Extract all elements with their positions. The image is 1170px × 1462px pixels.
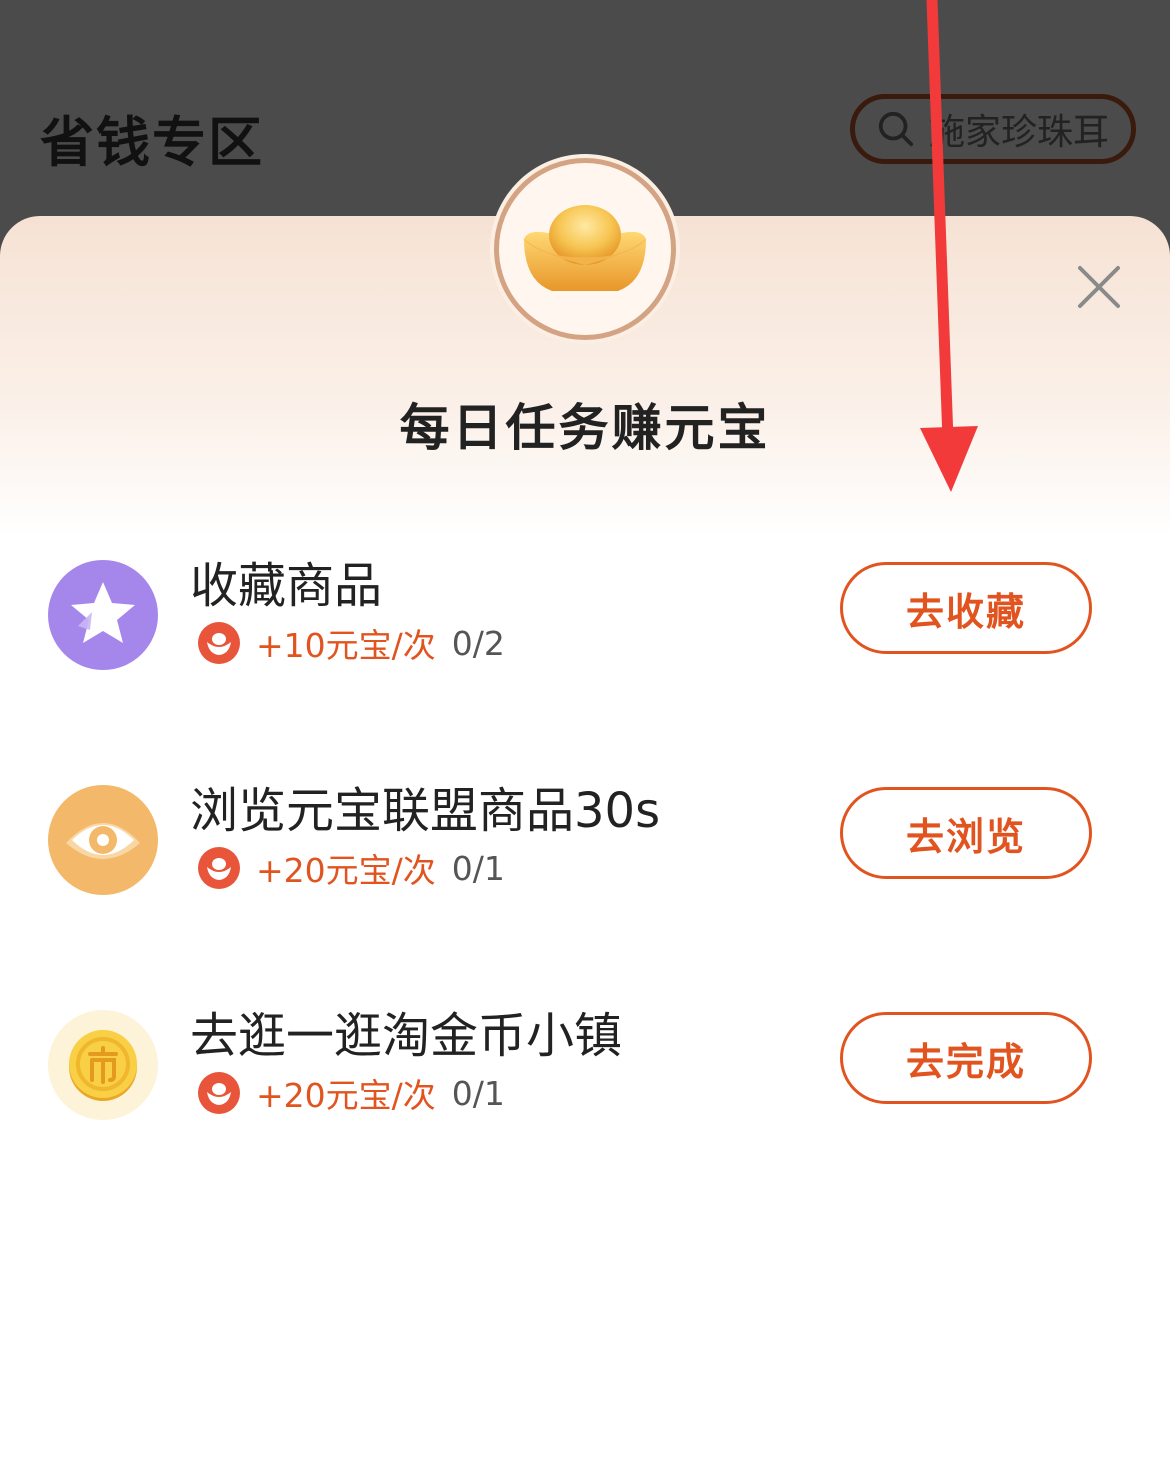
task-title: 浏览元宝联盟商品30s xyxy=(190,783,661,839)
task-icon-wrapper xyxy=(48,1010,158,1120)
task-progress: 0/1 xyxy=(451,848,505,888)
task-title: 收藏商品 xyxy=(190,558,383,614)
reward-amount: +20元宝/次 xyxy=(256,1076,436,1115)
go-complete-button[interactable]: 去完成 xyxy=(840,1012,1092,1104)
ingot-coin-icon xyxy=(196,1070,242,1116)
go-favorite-button[interactable]: 去收藏 xyxy=(840,562,1092,654)
task-progress: 0/1 xyxy=(451,1073,505,1113)
gold-ingot-icon xyxy=(524,205,646,291)
task-icon-wrapper xyxy=(48,560,158,670)
task-icon-wrapper xyxy=(48,785,158,895)
search-placeholder: 施家珍珠耳 xyxy=(929,112,1110,153)
coin-icon xyxy=(48,1010,158,1120)
reward-amount: +20元宝/次 xyxy=(256,851,436,890)
task-reward: +20元宝/次 0/1 xyxy=(196,1068,505,1118)
ingot-coin-icon xyxy=(196,845,242,891)
task-progress: 0/2 xyxy=(451,623,505,663)
task-reward: +20元宝/次 0/1 xyxy=(196,843,505,893)
ingot-coin-icon xyxy=(196,620,242,666)
modal-title: 每日任务赚元宝 xyxy=(399,399,771,457)
star-icon xyxy=(48,560,158,670)
task-title: 去逛一逛淘金币小镇 xyxy=(190,1008,623,1064)
close-button[interactable] xyxy=(1074,262,1124,312)
page: 省钱专区 施家珍珠耳 每日任务赚元宝 收藏商品 +10元宝/次 0/2 去收藏 … xyxy=(0,0,1170,1462)
close-icon xyxy=(1078,266,1120,308)
task-reward: +10元宝/次 0/2 xyxy=(196,618,505,668)
task-row-favorite: 收藏商品 +10元宝/次 0/2 去收藏 xyxy=(0,546,1170,686)
eye-icon xyxy=(48,785,158,895)
search-icon xyxy=(877,110,915,148)
go-browse-button[interactable]: 去浏览 xyxy=(840,787,1092,879)
reward-amount: +10元宝/次 xyxy=(256,626,436,665)
gold-ingot-badge xyxy=(494,158,676,340)
search-box[interactable]: 施家珍珠耳 xyxy=(850,94,1136,164)
task-row-coin-town: 去逛一逛淘金币小镇 +20元宝/次 0/1 去完成 xyxy=(0,996,1170,1136)
page-title: 省钱专区 xyxy=(40,111,264,174)
task-row-browse: 浏览元宝联盟商品30s +20元宝/次 0/1 去浏览 xyxy=(0,771,1170,911)
